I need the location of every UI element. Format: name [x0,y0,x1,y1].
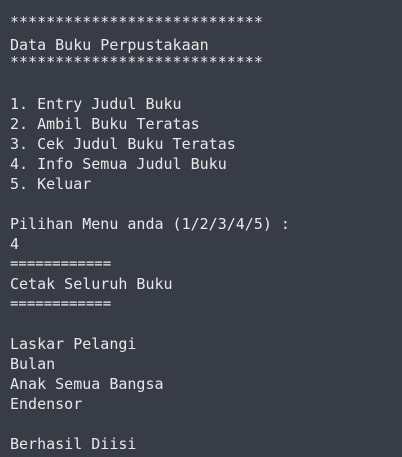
book-item: Bulan [10,355,56,373]
menu-item-keluar: 5. Keluar [10,175,92,193]
menu-item-entry: 1. Entry Judul Buku [10,95,182,113]
separator-top: ============ [10,256,112,272]
menu-prompt: Pilihan Menu anda (1/2/3/4/5) : [10,215,290,233]
header-border-top: **************************** [10,13,263,31]
menu-item-info: 4. Info Semua Judul Buku [10,155,227,173]
section-title: Cetak Seluruh Buku [10,275,173,293]
book-item: Endensor [10,395,83,413]
book-item: Anak Semua Bangsa [10,375,164,393]
status-message: Berhasil Diisi [10,435,137,453]
separator-bottom: ============ [10,296,112,312]
menu-input-value[interactable]: 4 [10,234,19,254]
menu-item-ambil: 2. Ambil Buku Teratas [10,115,200,133]
terminal-window: **************************** Data Buku P… [0,0,402,457]
header-border-bottom: **************************** [10,53,263,71]
menu-item-cek: 3. Cek Judul Buku Teratas [10,135,236,153]
book-item: Laskar Pelangi [10,335,137,353]
